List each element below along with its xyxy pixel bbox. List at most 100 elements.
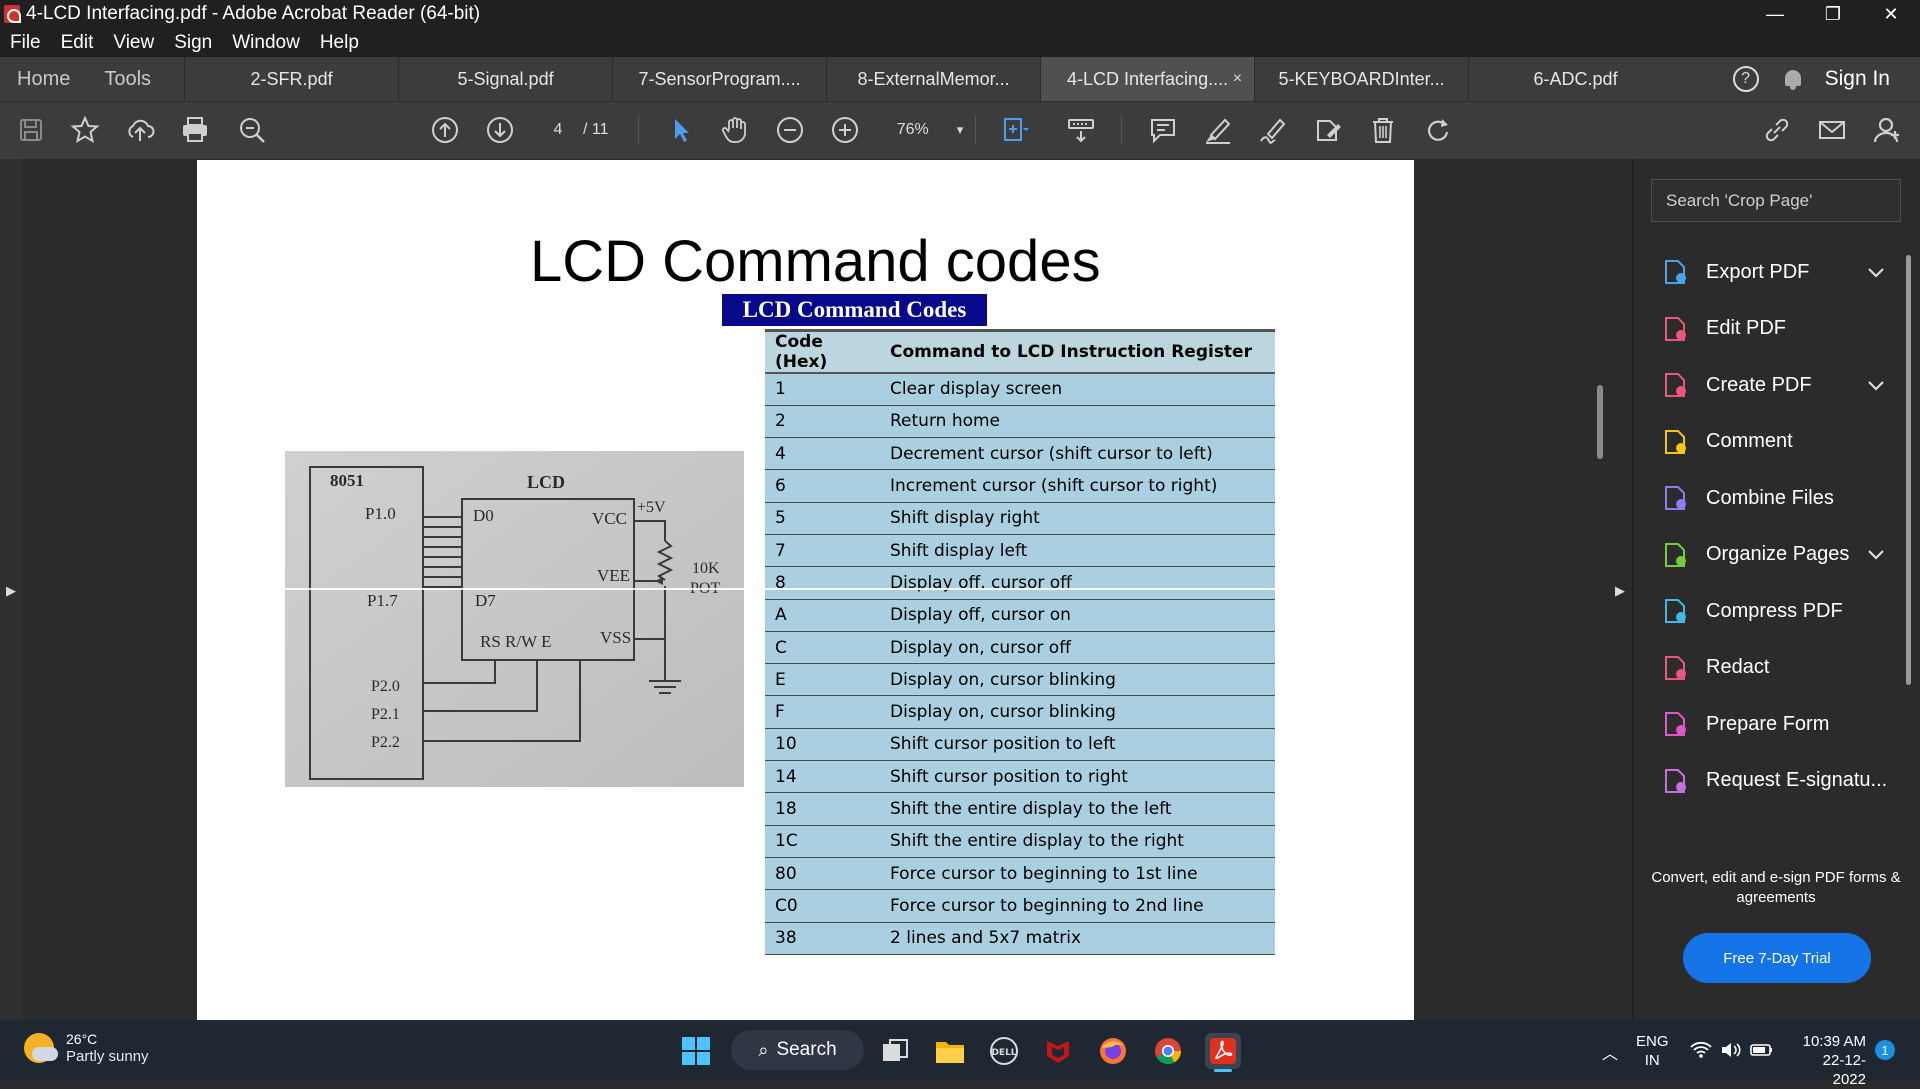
zoom-out-icon[interactable] xyxy=(775,115,805,145)
sign-in-button[interactable]: Sign In xyxy=(1825,67,1890,91)
home-nav[interactable]: Home xyxy=(0,57,87,101)
tool-compress-pdf[interactable]: Compress PDF xyxy=(1660,589,1900,633)
tool-redact[interactable]: Redact xyxy=(1660,646,1900,690)
windows-start-icon[interactable] xyxy=(678,1033,714,1069)
menu-file[interactable]: File xyxy=(10,32,41,54)
table-row: 80 Force cursor to beginning to 1st line xyxy=(765,857,1275,891)
page-number-input[interactable]: 4 xyxy=(540,115,576,145)
tool-edit-pdf[interactable]: Edit PDF xyxy=(1660,307,1900,351)
zoom-value: 76% xyxy=(896,121,929,138)
tool-export-pdf[interactable]: Export PDF xyxy=(1660,250,1900,294)
notification-badge[interactable]: 1 xyxy=(1875,1040,1895,1060)
document-tab-active[interactable]: 4-LCD Interfacing.... × xyxy=(1040,57,1255,101)
chevron-down-icon: ▾ xyxy=(956,122,964,137)
taskbar-search[interactable]: ⌕ Search xyxy=(731,1030,864,1070)
file-explorer-icon[interactable] xyxy=(932,1033,968,1069)
chevron-down-icon[interactable] xyxy=(1868,262,1884,283)
chrome-icon[interactable] xyxy=(1150,1033,1186,1069)
save-icon[interactable] xyxy=(16,115,46,145)
partly-sunny-icon xyxy=(24,1033,58,1063)
window-controls: — ❐ ✕ xyxy=(1746,0,1920,28)
restore-button[interactable]: ❐ xyxy=(1804,0,1862,28)
document-tab[interactable]: 5-Signal.pdf xyxy=(398,57,612,101)
tool-prepare-form[interactable]: Prepare Form xyxy=(1660,702,1900,746)
account-area: ? Sign In xyxy=(1719,57,1920,101)
acrobat-taskbar-icon[interactable] xyxy=(1205,1033,1241,1069)
tools-search-input[interactable]: Search 'Crop Page' xyxy=(1651,179,1901,222)
document-scrollbar[interactable] xyxy=(1597,385,1603,459)
delete-trash-icon[interactable] xyxy=(1368,115,1398,145)
menu-window[interactable]: Window xyxy=(232,32,300,54)
document-tab[interactable]: 2-SFR.pdf xyxy=(184,57,398,101)
window-title: 4-LCD Interfacing.pdf - Adobe Acrobat Re… xyxy=(26,3,481,24)
zoom-search-icon[interactable] xyxy=(237,115,267,145)
hand-tool-icon[interactable] xyxy=(720,115,750,145)
previous-page-icon[interactable] xyxy=(430,115,460,145)
next-page-icon[interactable] xyxy=(485,115,515,145)
document-tab[interactable]: 6-ADC.pdf xyxy=(1468,57,1682,101)
code-cell: 1 xyxy=(765,373,880,406)
close-window-button[interactable]: ✕ xyxy=(1862,0,1920,28)
minimize-button[interactable]: — xyxy=(1746,0,1804,28)
promo-text: Convert, edit and e-sign PDF forms & agr… xyxy=(1651,869,1901,906)
comment-tool-icon[interactable] xyxy=(1148,115,1178,145)
weather-widget[interactable]: 26°C Partly sunny xyxy=(24,1030,149,1066)
print-icon[interactable] xyxy=(180,115,210,145)
menu-view[interactable]: View xyxy=(113,32,154,54)
chevron-down-icon[interactable] xyxy=(1868,544,1884,565)
date: 22-12-2022 xyxy=(1822,1052,1866,1088)
expand-left-pane-icon[interactable]: ▶ xyxy=(6,583,16,599)
system-tray-icons[interactable] xyxy=(1690,1041,1774,1059)
command-cell: Shift cursor position to left xyxy=(880,728,1275,762)
request-esign-icon xyxy=(1660,766,1690,796)
expand-right-pane-icon[interactable]: ▶ xyxy=(1615,583,1625,599)
draw-sign-icon[interactable] xyxy=(1258,115,1288,145)
table-row: 7 Shift display left xyxy=(765,534,1275,568)
tab-close-icon[interactable]: × xyxy=(1233,70,1242,88)
add-user-icon[interactable] xyxy=(1872,115,1902,145)
tool-request-e-signatu[interactable]: Request E-signatu... xyxy=(1660,759,1900,803)
scroll-mode-icon[interactable] xyxy=(1066,115,1096,145)
document-tab[interactable]: 7-SensorProgram.... xyxy=(612,57,826,101)
label-vcc: VCC xyxy=(592,509,627,528)
email-envelope-icon[interactable] xyxy=(1817,115,1847,145)
chevron-up-icon[interactable]: ︿ xyxy=(1602,1040,1618,1064)
command-cell: Shift cursor position to right xyxy=(880,760,1275,794)
document-tab[interactable]: 5-KEYBOARDInter... xyxy=(1254,57,1468,101)
document-tab[interactable]: 8-ExternalMemor... xyxy=(826,57,1040,101)
free-trial-button[interactable]: Free 7-Day Trial xyxy=(1683,933,1871,983)
command-codes-table: Code (Hex) Command to LCD Instruction Re… xyxy=(765,329,1275,955)
clock[interactable]: 10:39 AM 22-12-2022 xyxy=(1790,1032,1866,1089)
highlight-pen-icon[interactable] xyxy=(1203,115,1233,145)
page-fit-icon[interactable] xyxy=(1000,115,1030,145)
search-icon: ⌕ xyxy=(758,1039,769,1060)
menu-sign[interactable]: Sign xyxy=(174,32,212,54)
help-icon[interactable]: ? xyxy=(1732,66,1759,92)
menu-edit[interactable]: Edit xyxy=(61,32,94,54)
tool-combine-files[interactable]: Combine Files xyxy=(1660,476,1900,520)
table-row: C0 Force cursor to beginning to 2nd line xyxy=(765,889,1275,923)
rotate-icon[interactable] xyxy=(1423,115,1453,145)
tools-nav[interactable]: Tools xyxy=(87,57,168,101)
bell-icon[interactable] xyxy=(1783,68,1803,90)
tool-label: Export PDF xyxy=(1706,260,1810,283)
zoom-dropdown[interactable]: 76% ▾ xyxy=(885,115,975,145)
mcafee-icon[interactable] xyxy=(1040,1033,1076,1069)
select-cursor-icon[interactable] xyxy=(666,115,696,145)
edit-stamp-icon[interactable] xyxy=(1313,115,1343,145)
upload-cloud-icon[interactable] xyxy=(125,115,155,145)
tool-organize-pages[interactable]: Organize Pages xyxy=(1660,533,1900,577)
share-link-icon[interactable] xyxy=(1762,115,1792,145)
dell-icon[interactable]: DELL xyxy=(986,1033,1022,1069)
tool-create-pdf[interactable]: Create PDF xyxy=(1660,363,1900,407)
left-pane-toggle[interactable]: ▶ xyxy=(0,159,22,1019)
task-view-icon[interactable] xyxy=(877,1033,913,1069)
tools-pane-scrollbar[interactable] xyxy=(1906,255,1911,685)
zoom-in-icon[interactable] xyxy=(830,115,860,145)
language-indicator[interactable]: ENG IN xyxy=(1636,1032,1669,1070)
menu-help[interactable]: Help xyxy=(320,32,359,54)
bookmark-star-icon[interactable] xyxy=(70,115,100,145)
chevron-down-icon[interactable] xyxy=(1868,375,1884,396)
tool-comment[interactable]: Comment xyxy=(1660,420,1900,464)
firefox-icon[interactable] xyxy=(1095,1033,1131,1069)
